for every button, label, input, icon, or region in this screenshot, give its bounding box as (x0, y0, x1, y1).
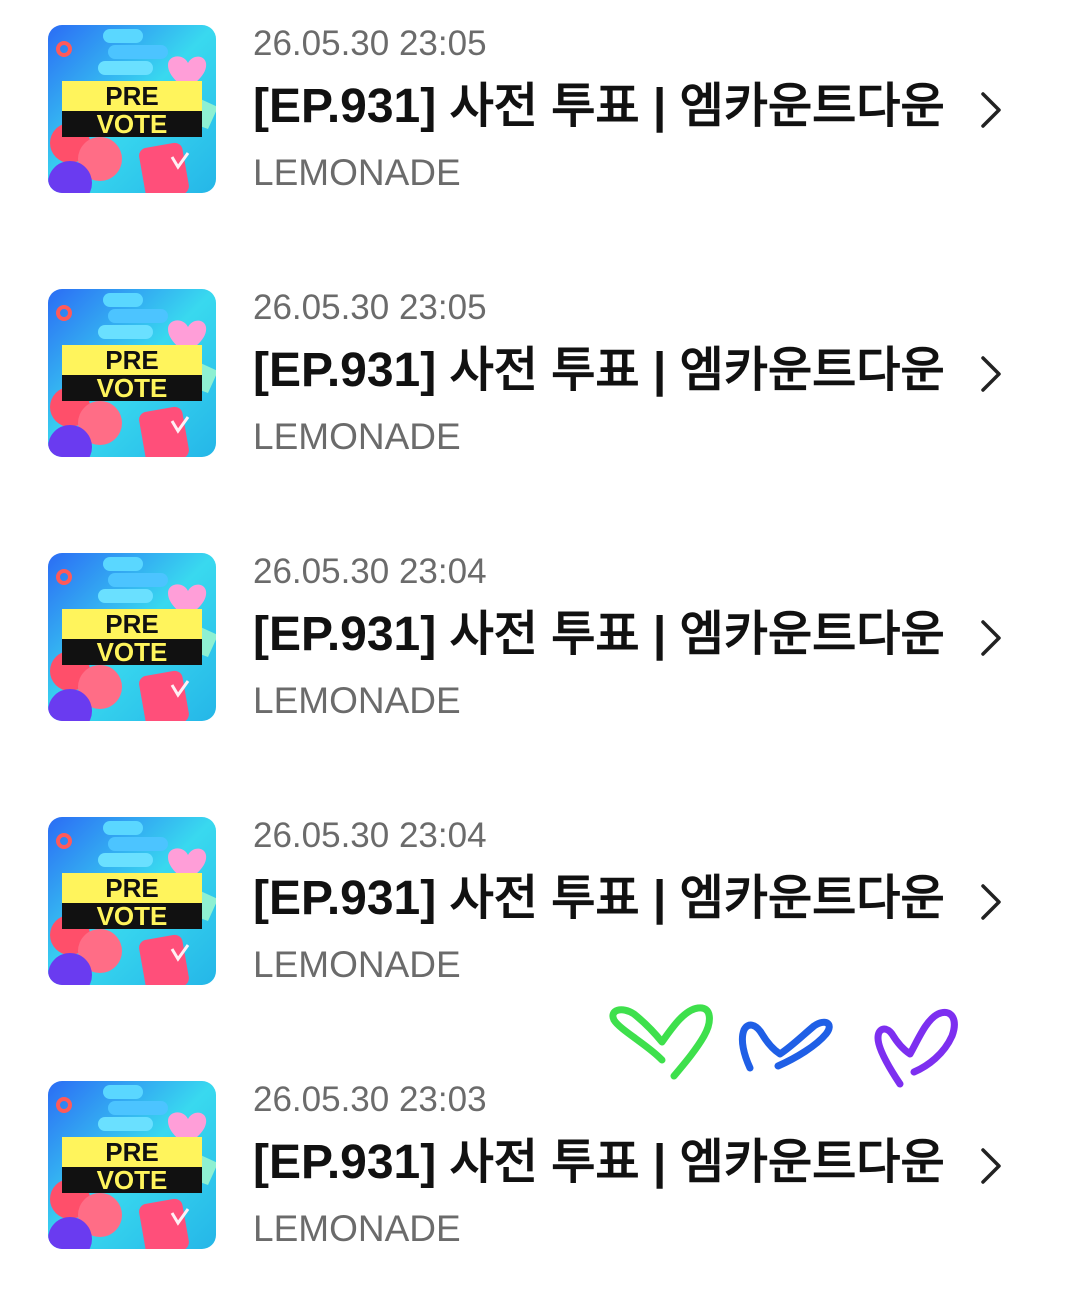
pre-vote-thumbnail-art: PRE VOTE (48, 25, 216, 193)
pre-vote-thumbnail: PRE VOTE (48, 817, 216, 985)
item-artist: LEMONADE (253, 416, 461, 457)
chevron-right-icon[interactable] (975, 88, 1007, 132)
item-title: [EP.931] 사전 투표 | 엠카운트다운 (253, 344, 945, 397)
vote-history-item[interactable]: PRE VOTE 26.05.30 23:05 [EP.931] 사전 투표 |… (0, 264, 1080, 464)
pre-vote-thumbnail-art: PRE VOTE (48, 553, 216, 721)
thumb-vote-text: VOTE (97, 1165, 168, 1195)
chevron-right-icon[interactable] (975, 616, 1007, 660)
thumb-pre-text: PRE (105, 345, 158, 375)
item-date: 26.05.30 23:05 (253, 24, 487, 63)
thumb-pre-text: PRE (105, 81, 158, 111)
item-title: [EP.931] 사전 투표 | 엠카운트다운 (253, 872, 945, 925)
thumb-pre-text: PRE (105, 873, 158, 903)
chevron-right-icon[interactable] (975, 1144, 1007, 1188)
thumb-vote-text: VOTE (97, 373, 168, 403)
pre-vote-thumbnail-art: PRE VOTE (48, 289, 216, 457)
item-date: 26.05.30 23:04 (253, 552, 487, 591)
vote-history-item[interactable]: PRE VOTE 26.05.30 23:04 [EP.931] 사전 투표 |… (0, 792, 1080, 992)
vote-history-item[interactable]: PRE VOTE 26.05.30 23:04 [EP.931] 사전 투표 |… (0, 528, 1080, 728)
pre-vote-thumbnail-art: PRE VOTE (48, 817, 216, 985)
item-date: 26.05.30 23:04 (253, 816, 487, 855)
item-artist: LEMONADE (253, 680, 461, 721)
item-artist: LEMONADE (253, 152, 461, 193)
pre-vote-thumbnail: PRE VOTE (48, 1081, 216, 1249)
thumb-vote-text: VOTE (97, 901, 168, 931)
pre-vote-thumbnail: PRE VOTE (48, 289, 216, 457)
item-date: 26.05.30 23:03 (253, 1080, 487, 1119)
heart-doodles (609, 1004, 958, 1088)
item-title: [EP.931] 사전 투표 | 엠카운트다운 (253, 80, 945, 133)
pre-vote-thumbnail: PRE VOTE (48, 25, 216, 193)
chevron-right-icon[interactable] (975, 880, 1007, 924)
green-heart-doodle (609, 1004, 713, 1080)
blue-heart-doodle (738, 1018, 833, 1072)
item-artist: LEMONADE (253, 1208, 461, 1249)
item-title: [EP.931] 사전 투표 | 엠카운트다운 (253, 1136, 945, 1189)
item-title: [EP.931] 사전 투표 | 엠카운트다운 (253, 608, 945, 661)
chevron-right-icon[interactable] (975, 352, 1007, 396)
thumb-pre-text: PRE (105, 1137, 158, 1167)
pre-vote-thumbnail-art: PRE VOTE (48, 1081, 216, 1249)
purple-heart-doodle (874, 1009, 958, 1088)
thumb-vote-text: VOTE (97, 637, 168, 667)
thumb-vote-text: VOTE (97, 109, 168, 139)
pre-vote-thumbnail: PRE VOTE (48, 553, 216, 721)
vote-history-item[interactable]: PRE VOTE 26.05.30 23:05 [EP.931] 사전 투표 |… (0, 0, 1080, 200)
item-date: 26.05.30 23:05 (253, 288, 487, 327)
item-artist: LEMONADE (253, 944, 461, 985)
thumb-pre-text: PRE (105, 609, 158, 639)
